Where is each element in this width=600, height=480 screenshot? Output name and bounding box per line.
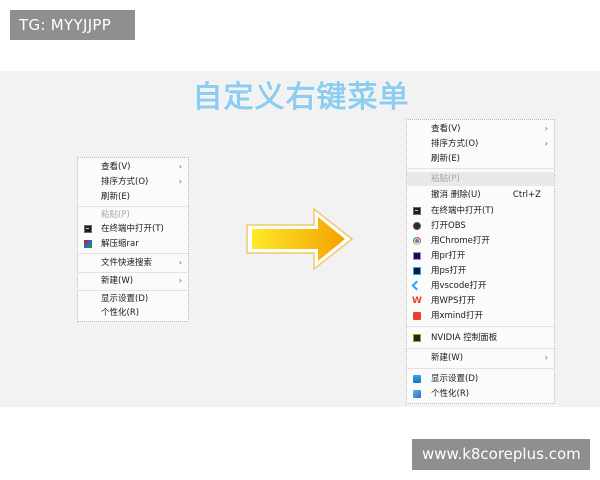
menu-item-label: 显示设置(D) [101,294,149,304]
wps-icon: W [412,296,422,306]
menu-item-label: 刷新(E) [431,154,461,164]
nvidia-icon [413,334,421,342]
menu-item-paste: 粘贴(P) [407,172,554,186]
menu-separator [407,348,554,349]
terminal-icon [84,225,92,233]
menu-item-open-pr[interactable]: 用pr打开 [407,249,554,263]
menu-item-label: 在终端中打开(T) [431,206,494,216]
obs-icon [413,222,421,230]
menu-separator [78,272,188,273]
menu-item-label: 排序方式(O) [431,139,479,149]
chevron-right-icon: › [544,353,548,362]
chevron-right-icon: › [544,124,548,133]
menu-item-open-obs[interactable]: 打开OBS [407,219,554,233]
menu-item-display-settings[interactable]: 显示设置(D) [78,292,188,306]
menu-item-label: 显示设置(D) [431,374,479,384]
chevron-right-icon: › [178,258,182,267]
menu-item-label: 用xmind打开 [431,311,483,321]
menu-separator [407,168,554,169]
menu-item-label: 粘贴(P) [101,210,130,220]
chevron-right-icon: › [178,177,182,186]
menu-item-label: 新建(W) [101,276,134,286]
xmind-icon [413,312,421,320]
personalize-icon [413,390,421,398]
menu-item-label: 打开OBS [431,221,466,231]
photoshop-icon [413,267,421,275]
winrar-icon [84,240,92,248]
menu-item-label: 在终端中打开(T) [101,224,164,234]
chevron-right-icon: › [544,139,548,148]
menu-item-undo-delete[interactable]: 撤消 删除(U) Ctrl+Z [407,188,554,202]
menu-item-paste: 粘贴(P) [78,208,188,222]
menu-item-label: 粘贴(P) [431,174,460,184]
menu-item-label: 文件快速搜索 [101,258,153,268]
menu-separator [78,253,188,254]
menu-item-view[interactable]: 查看(V) › [407,122,554,136]
menu-item-sort[interactable]: 排序方式(O) › [78,175,188,189]
menu-item-label: 用vscode打开 [431,281,487,291]
premiere-icon [413,252,421,260]
context-menu-original: 查看(V) › 排序方式(O) › 刷新(E) 粘贴(P) 在终端中打开(T) … [77,157,189,322]
menu-item-view[interactable]: 查看(V) › [78,160,188,174]
menu-item-label: 用Chrome打开 [431,236,490,246]
menu-item-label: 排序方式(O) [101,177,149,187]
page-title: 自定义右键菜单 [192,80,410,115]
menu-item-file-search[interactable]: 文件快速搜索 › [78,256,188,270]
menu-item-new[interactable]: 新建(W) › [78,274,188,288]
menu-item-label: 撤消 删除(U) [431,190,481,200]
menu-item-label: 刷新(E) [101,192,131,202]
menu-item-personalize[interactable]: 个性化(R) [78,306,188,320]
menu-item-open-terminal[interactable]: 在终端中打开(T) [407,204,554,218]
menu-item-open-wps[interactable]: W 用WPS打开 [407,294,554,308]
menu-item-sort[interactable]: 排序方式(O) › [407,137,554,151]
menu-separator [407,326,554,327]
menu-item-label: 新建(W) [431,353,464,363]
menu-item-nvidia-control-panel[interactable]: NVIDIA 控制面板 [407,331,554,345]
shortcut-label: Ctrl+Z [512,190,541,200]
terminal-icon [413,207,421,215]
menu-item-label: 查看(V) [431,124,461,134]
watermark-top-left: TG: MYYJJPP [10,10,135,40]
vscode-icon [413,281,422,290]
context-menu-customized: 查看(V) › 排序方式(O) › 刷新(E) 粘贴(P) 撤消 删除(U) C… [406,119,555,404]
menu-item-refresh[interactable]: 刷新(E) [78,190,188,204]
menu-item-label: 个性化(R) [101,308,140,318]
menu-item-label: 用WPS打开 [431,296,476,306]
arrow-right-icon [246,207,354,271]
menu-item-new[interactable]: 新建(W) › [407,351,554,365]
display-icon [413,375,421,383]
menu-item-label: 用ps打开 [431,266,467,276]
watermark-bottom-right: www.k8coreplus.com [412,439,590,470]
menu-item-display-settings[interactable]: 显示设置(D) [407,372,554,386]
menu-item-label: 查看(V) [101,162,131,172]
chevron-right-icon: › [178,276,182,285]
menu-separator [78,206,188,207]
menu-separator [407,368,554,369]
chevron-right-icon: › [178,162,182,171]
chrome-icon [413,237,421,245]
menu-item-open-chrome[interactable]: 用Chrome打开 [407,234,554,248]
menu-item-personalize[interactable]: 个性化(R) [407,387,554,401]
menu-item-open-vscode[interactable]: 用vscode打开 [407,279,554,293]
menu-item-open-xmind[interactable]: 用xmind打开 [407,309,554,323]
menu-item-extract-rar[interactable]: 解压缩rar [78,237,188,251]
menu-item-open-ps[interactable]: 用ps打开 [407,264,554,278]
menu-item-label: NVIDIA 控制面板 [431,333,498,343]
menu-item-refresh[interactable]: 刷新(E) [407,152,554,166]
menu-item-label: 用pr打开 [431,251,466,261]
menu-item-open-terminal[interactable]: 在终端中打开(T) [78,222,188,236]
menu-item-label: 解压缩rar [101,239,139,249]
menu-item-label: 个性化(R) [431,389,470,399]
menu-separator [78,290,188,291]
